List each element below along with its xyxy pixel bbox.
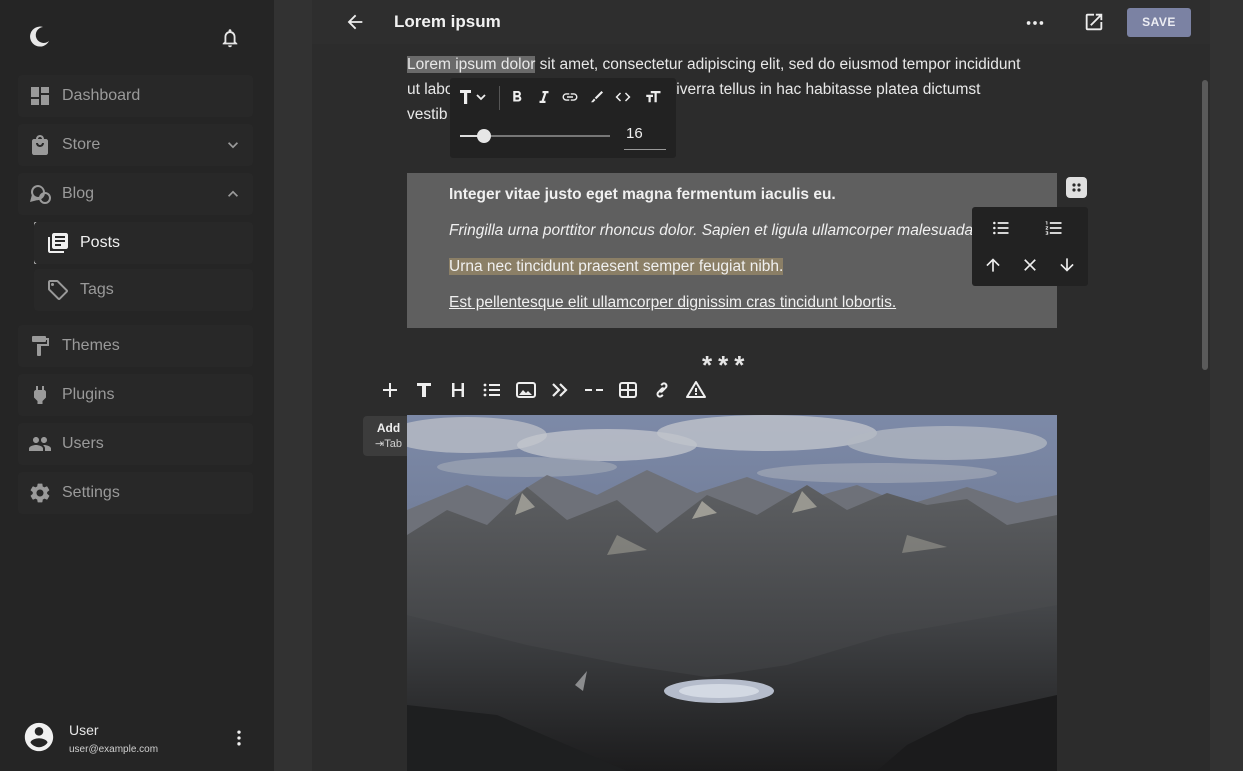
sidebar-item-label: Store: [62, 136, 101, 153]
back-arrow-icon[interactable]: [344, 11, 366, 33]
bell-icon[interactable]: [219, 27, 241, 49]
format-toolbar: 16: [450, 78, 676, 158]
user-name: User: [69, 722, 99, 738]
sidebar-item-label: Tags: [80, 281, 114, 298]
list-block[interactable]: Integer vitae justo eget magna fermentum…: [407, 173, 1057, 328]
highlight-icon[interactable]: [588, 88, 606, 106]
delete-icon[interactable]: [1020, 255, 1040, 275]
list-item[interactable]: Est pellentesque elit ullamcorper dignis…: [449, 285, 1057, 321]
image-block[interactable]: [407, 415, 1057, 771]
chevron-down-icon[interactable]: [223, 135, 243, 155]
paragraph-text: viverra tellus in hac habitasse platea d…: [668, 81, 981, 98]
sidebar-item-label: Posts: [80, 234, 121, 251]
sidebar-item-plugins[interactable]: Plugins: [18, 374, 253, 416]
open-external-icon[interactable]: [1083, 11, 1105, 33]
sidebar-item-users[interactable]: Users: [18, 423, 253, 465]
sidebar-item-tags[interactable]: Tags: [34, 269, 253, 311]
bold-icon[interactable]: [508, 88, 526, 106]
users-icon: [28, 432, 52, 456]
list-block-tools: [972, 207, 1088, 286]
list-item[interactable]: Urna nec tincidunt praesent semper feugi…: [449, 249, 1057, 285]
move-down-icon[interactable]: [1057, 255, 1077, 275]
store-icon: [28, 133, 52, 157]
settings-icon: [28, 481, 52, 505]
sidebar-item-label: Plugins: [62, 386, 115, 403]
font-size-slider-knob[interactable]: [477, 129, 491, 143]
blog-icon: [28, 182, 52, 206]
themes-icon: [28, 334, 52, 358]
sidebar: Dashboard Store Blog Posts Tags Themes P…: [0, 0, 274, 771]
avatar-icon[interactable]: [22, 720, 56, 754]
font-size-input[interactable]: 16: [626, 125, 666, 142]
heading-icon[interactable]: [446, 378, 470, 402]
list-icon[interactable]: [480, 378, 504, 402]
text-icon[interactable]: [412, 378, 436, 402]
drag-handle-icon[interactable]: [1066, 177, 1087, 198]
sidebar-item-blog[interactable]: Blog: [18, 173, 253, 215]
italic-icon[interactable]: [535, 88, 553, 106]
editor-panel: Lorem ipsum SAVE Lorem ipsum dolor sit a…: [312, 0, 1210, 771]
logo-icon[interactable]: [26, 24, 52, 50]
sidebar-item-label: Themes: [62, 337, 120, 354]
page-title: Lorem ipsum: [394, 12, 501, 31]
paragraph-text: sit amet, consectetur adipiscing elit, s…: [535, 56, 1021, 73]
sidebar-item-settings[interactable]: Settings: [18, 472, 253, 514]
selected-text[interactable]: Lorem ipsum dolor: [407, 56, 536, 73]
mountain-landscape-image: [407, 415, 1057, 771]
list-item[interactable]: Integer vitae justo eget magna fermentum…: [449, 177, 1057, 213]
highlighted-text: Urna nec tincidunt praesent semper feugi…: [449, 258, 784, 275]
paragraph-text: vestib: [407, 106, 448, 123]
sidebar-item-label: Dashboard: [62, 87, 141, 104]
user-profile: User user@example.com: [22, 718, 262, 760]
more-vert-icon[interactable]: [229, 728, 249, 748]
sidebar-item-label: Users: [62, 435, 104, 452]
table-icon[interactable]: [616, 378, 640, 402]
move-up-icon[interactable]: [983, 255, 1003, 275]
code-icon[interactable]: [614, 88, 632, 106]
save-button[interactable]: SAVE: [1127, 8, 1191, 37]
more-horiz-icon[interactable]: [1024, 12, 1046, 34]
quote-icon[interactable]: [548, 378, 572, 402]
user-email: user@example.com: [69, 744, 159, 755]
bulleted-list-icon[interactable]: [991, 218, 1011, 238]
list-item[interactable]: Fringilla urna porttitor rhoncus dolor. …: [449, 213, 1057, 249]
numbered-list-icon[interactable]: [1044, 218, 1064, 238]
font-size-icon[interactable]: [644, 88, 662, 106]
plugins-icon: [28, 383, 52, 407]
sidebar-item-themes[interactable]: Themes: [18, 325, 253, 367]
bulleted-list: Integer vitae justo eget magna fermentum…: [407, 173, 1057, 321]
image-icon[interactable]: [514, 378, 538, 402]
scrollbar[interactable]: [1202, 80, 1208, 370]
posts-icon: [46, 231, 70, 255]
paragraph-text: ut labo: [407, 81, 454, 98]
add-icon[interactable]: [378, 378, 402, 402]
dashboard-icon: [28, 84, 52, 108]
sidebar-item-label: Blog: [62, 185, 95, 202]
link-icon[interactable]: [561, 88, 579, 106]
chevron-up-icon[interactable]: [223, 184, 243, 204]
editor-topbar: Lorem ipsum SAVE: [312, 0, 1210, 44]
font-size-input-underline: [624, 149, 666, 150]
warning-icon[interactable]: [684, 378, 708, 402]
sidebar-item-dashboard[interactable]: Dashboard: [18, 75, 253, 117]
sidebar-item-store[interactable]: Store: [18, 124, 253, 166]
text-style-icon[interactable]: [458, 88, 492, 106]
divider-icon[interactable]: [582, 378, 606, 402]
sidebar-item-posts[interactable]: Posts: [34, 222, 253, 264]
tag-icon: [46, 278, 70, 302]
sidebar-item-label: Settings: [62, 484, 120, 501]
toolbar-divider: [499, 86, 500, 110]
divider-block[interactable]: ***: [702, 350, 750, 381]
embed-link-icon[interactable]: [650, 378, 674, 402]
